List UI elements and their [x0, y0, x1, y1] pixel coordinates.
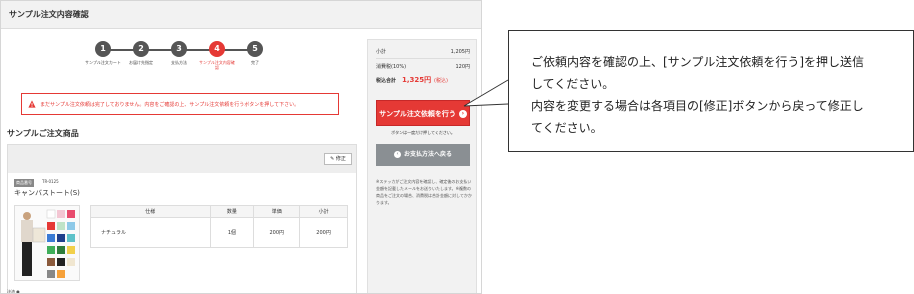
cell-unit-price: 200円	[253, 217, 301, 248]
cell-spec: ナチュラル	[90, 217, 211, 248]
back-button-label: お支払方法へ戻る	[403, 151, 452, 158]
warning-icon	[28, 100, 36, 108]
product-image	[14, 205, 80, 281]
section-title: サンプルご注文商品	[7, 129, 79, 138]
cell-subtotal: 200円	[299, 217, 348, 248]
step-number: 4	[209, 41, 225, 57]
alert-text: まだサンプル注文依頼は完了しておりません。内容をご確認の上、サンプル注文依頼を行…	[40, 102, 300, 108]
product-code: TR-0125	[42, 179, 59, 184]
col-header-unit-price: 単価	[253, 205, 301, 218]
step-2: 2 お届け先指定	[123, 41, 159, 65]
total-value: 1,325円	[402, 76, 432, 84]
tax-value: 120円	[455, 64, 470, 70]
total-tax-note: (税込)	[434, 78, 448, 84]
product-card: ✎ 修正 商品番号 TR-0125 キャンバストート(S) 仕様 数量 単価 小…	[7, 144, 357, 293]
step-4-current: 4 サンプル注文内容確認	[199, 41, 235, 70]
instruction-callout: ご依頼内容を確認の上、[サンプル注文依頼を行う]を押し送信 してください。 内容…	[508, 30, 914, 152]
tax-row: 消費税(10%) 120円	[376, 63, 470, 70]
divider	[376, 58, 470, 59]
callout-line-2: してください。	[531, 77, 615, 91]
tax-label: 消費税(10%)	[376, 64, 407, 70]
step-label: お届け先指定	[129, 60, 153, 65]
step-number: 2	[133, 41, 149, 57]
page-header: サンプル注文内容確認	[1, 1, 481, 29]
submit-sample-order-button[interactable]: サンプル注文依頼を行う ›	[376, 100, 470, 126]
screenshot-frame: サンプル注文内容確認 1 サンプル注文カート 2 お届け先指定 3 支払方法 4…	[0, 0, 482, 294]
step-5: 5 完了	[237, 41, 273, 65]
summary-notes: ※ステッカがご注文内容を確認し、確定後のお支払い金額を記載したメールをお送りいた…	[376, 179, 472, 205]
warning-alert: まだサンプル注文依頼は完了しておりません。内容をご確認の上、サンプル注文依頼を行…	[21, 93, 339, 115]
product-code-label: 商品番号	[14, 179, 34, 187]
step-label: 完了	[251, 60, 259, 65]
table-header-row: 仕様 数量 単価 小計	[90, 205, 348, 218]
step-label: 支払方法	[171, 60, 187, 65]
payment-label: 決済	[7, 289, 15, 294]
info-icon: ●	[16, 289, 20, 294]
product-card-header: ✎ 修正	[8, 145, 356, 173]
col-header-spec: 仕様	[90, 205, 211, 218]
col-header-subtotal: 小計	[299, 205, 348, 218]
product-name: キャンバストート(S)	[14, 189, 80, 197]
page-title: サンプル注文内容確認	[9, 10, 89, 19]
step-number: 5	[247, 41, 263, 57]
subtotal-row: 小計 1,205円	[376, 48, 470, 55]
order-items-table: 仕様 数量 単価 小計 ナチュラル 1個 200円 200円	[90, 205, 348, 248]
edit-button-label: 修正	[335, 156, 346, 162]
step-number: 1	[95, 41, 111, 57]
step-3: 3 支払方法	[161, 41, 197, 65]
submit-note: ボタンは一度だけ押してください。	[391, 130, 455, 135]
callout-line-1: ご依頼内容を確認の上、[サンプル注文依頼を行う]を押し送信	[531, 55, 865, 69]
table-row: ナチュラル 1個 200円 200円	[90, 217, 348, 248]
col-header-qty: 数量	[209, 205, 255, 218]
back-to-payment-button[interactable]: ‹ お支払方法へ戻る	[376, 144, 470, 166]
subtotal-value: 1,205円	[450, 49, 470, 55]
callout-line-4: てください。	[531, 121, 603, 135]
edit-button[interactable]: ✎ 修正	[324, 153, 352, 165]
progress-steps: 1 サンプル注文カート 2 お届け先指定 3 支払方法 4 サンプル注文内容確認…	[85, 41, 285, 81]
step-label: サンプル注文カート	[85, 60, 121, 65]
total-label: 税込合計	[376, 78, 397, 84]
payment-section-fragment: 決済 ●	[7, 289, 20, 294]
step-label: サンプル注文内容確認	[199, 60, 235, 70]
callout-line-3: 内容を変更する場合は各項目の[修正]ボタンから戻って修正し	[531, 99, 864, 113]
subtotal-label: 小計	[376, 49, 387, 55]
submit-button-label: サンプル注文依頼を行う	[379, 110, 456, 118]
cell-qty: 1個	[209, 217, 255, 248]
order-summary-panel: 小計 1,205円 消費税(10%) 120円 税込合計 1,325円 (税込)…	[367, 39, 477, 293]
step-number: 3	[171, 41, 187, 57]
pencil-icon: ✎	[330, 156, 335, 162]
arrow-left-icon: ‹	[393, 151, 401, 158]
step-1: 1 サンプル注文カート	[85, 41, 121, 65]
